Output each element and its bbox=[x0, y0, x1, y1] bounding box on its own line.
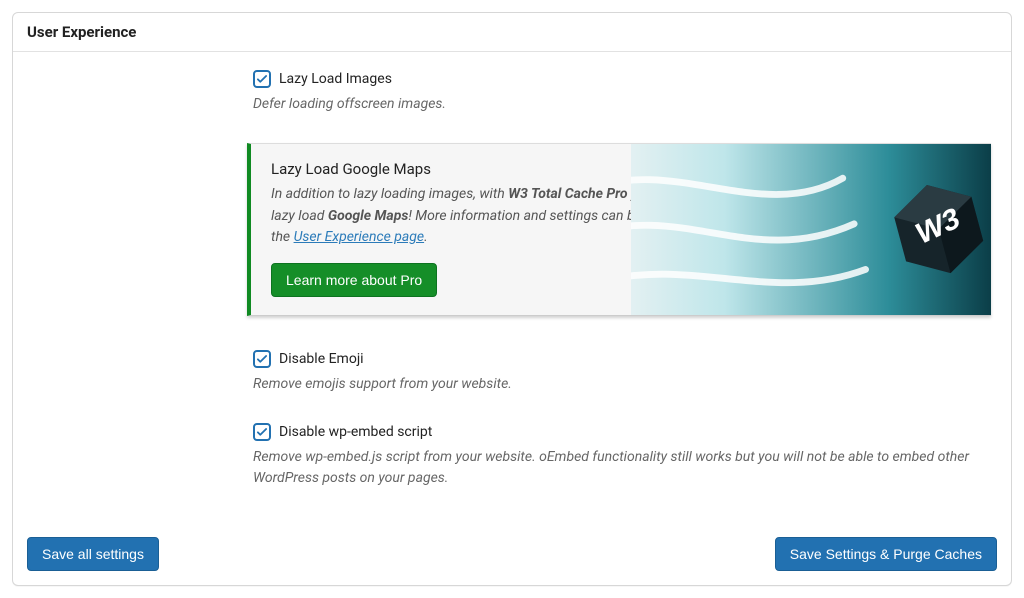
setting-disable-emoji: Disable Emoji Remove emojis support from… bbox=[253, 350, 991, 395]
panel-body: Lazy Load Images Defer loading offscreen… bbox=[13, 52, 1011, 527]
learn-more-about-pro-button[interactable]: Learn more about Pro bbox=[271, 263, 437, 297]
pro-promo-box: W3 Lazy Load Google Maps In addition to … bbox=[247, 143, 991, 316]
save-settings-purge-caches-button[interactable]: Save Settings & Purge Caches bbox=[775, 537, 997, 571]
check-icon bbox=[256, 426, 268, 438]
pro-bold-feature: Google Maps bbox=[328, 208, 409, 224]
desc-disable-wp-embed: Remove wp-embed.js script from your webs… bbox=[253, 447, 991, 489]
label-lazy-load-images: Lazy Load Images bbox=[279, 71, 392, 87]
save-all-settings-button[interactable]: Save all settings bbox=[27, 537, 159, 571]
pro-promo-title: Lazy Load Google Maps bbox=[271, 160, 971, 178]
settings-column: Lazy Load Images Defer loading offscreen… bbox=[253, 70, 991, 489]
checkbox-disable-wp-embed[interactable] bbox=[253, 423, 271, 441]
label-disable-wp-embed: Disable wp-embed script bbox=[279, 424, 432, 440]
setting-lazy-load-images: Lazy Load Images Defer loading offscreen… bbox=[253, 70, 991, 115]
pro-text-end: . bbox=[424, 229, 428, 245]
panel-title: User Experience bbox=[13, 13, 1011, 52]
pro-text-start: In addition to lazy loading images, with bbox=[271, 186, 508, 202]
check-icon bbox=[256, 73, 268, 85]
panel-footer: Save all settings Save Settings & Purge … bbox=[13, 527, 1011, 585]
pro-promo-body: In addition to lazy loading images, with… bbox=[271, 184, 701, 249]
pro-link-user-experience-page[interactable]: User Experience page bbox=[294, 229, 425, 245]
desc-disable-emoji: Remove emojis support from your website. bbox=[253, 374, 991, 395]
checkbox-disable-emoji[interactable] bbox=[253, 350, 271, 368]
desc-lazy-load-images: Defer loading offscreen images. bbox=[253, 94, 991, 115]
pro-bold-product: W3 Total Cache Pro bbox=[508, 186, 627, 202]
svg-text:W3: W3 bbox=[913, 201, 962, 252]
check-icon bbox=[256, 353, 268, 365]
setting-disable-wp-embed: Disable wp-embed script Remove wp-embed.… bbox=[253, 423, 991, 489]
user-experience-panel: User Experience Lazy Load Images Defer l… bbox=[12, 12, 1012, 586]
label-disable-emoji: Disable Emoji bbox=[279, 351, 364, 367]
checkbox-lazy-load-images[interactable] bbox=[253, 70, 271, 88]
